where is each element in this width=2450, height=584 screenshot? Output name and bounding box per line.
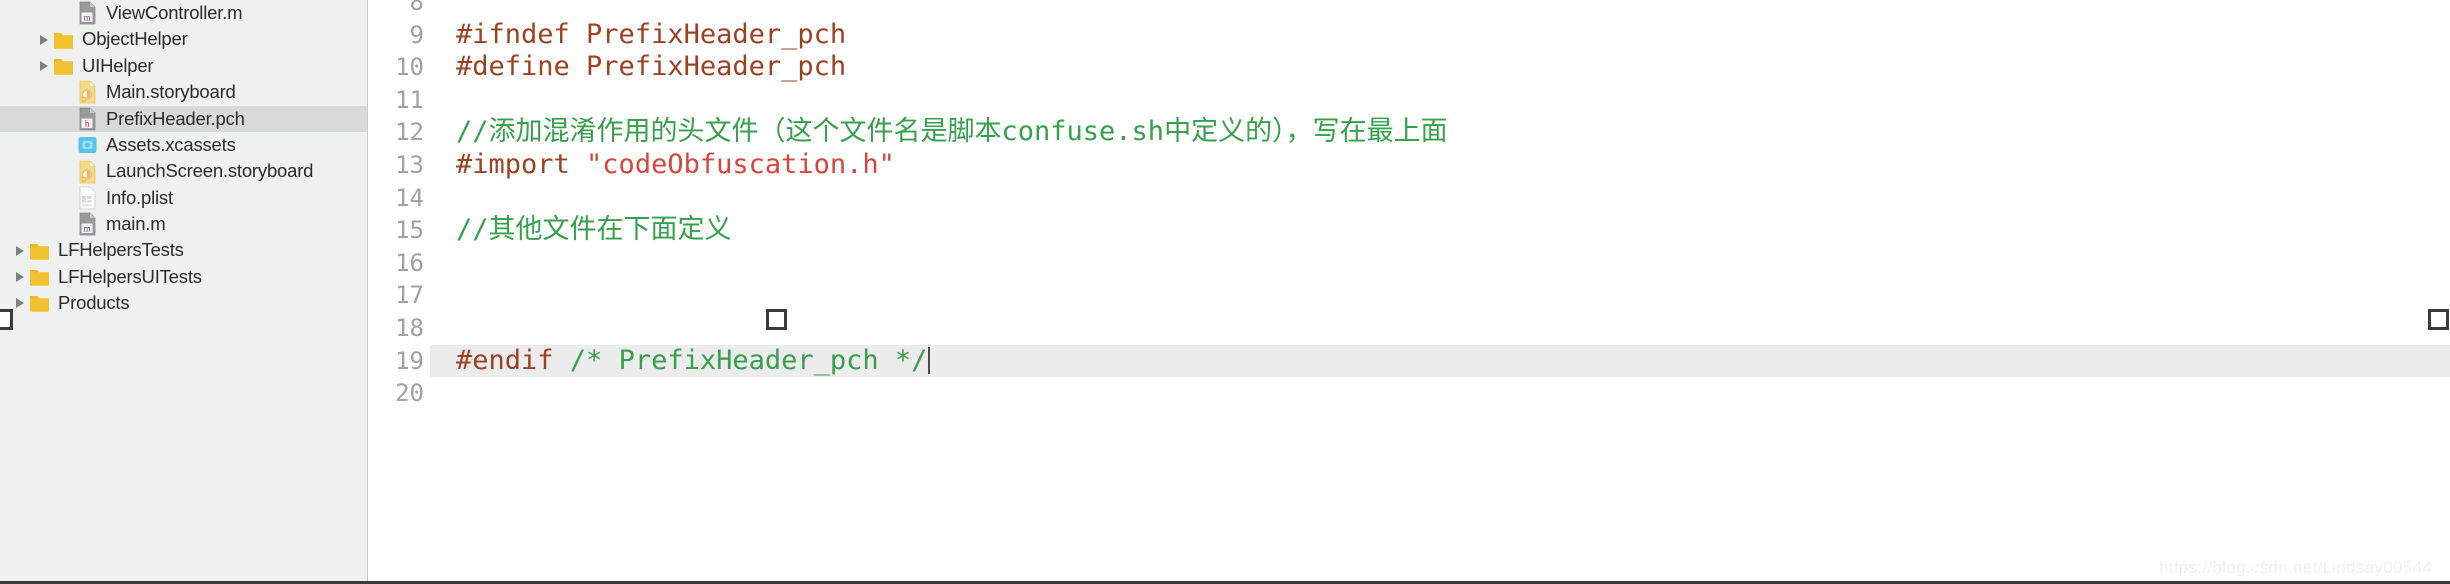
svg-text:m: m: [84, 13, 91, 23]
sidebar-item-label: Products: [58, 292, 130, 314]
line-number: 15: [395, 216, 424, 245]
code-line[interactable]: 18: [368, 312, 2450, 345]
code-token-comment: /* PrefixHeader_pch */: [569, 344, 928, 376]
folder-icon: [29, 265, 50, 289]
sidebar-item-info-plist[interactable]: Info.plist: [0, 185, 367, 211]
code-line-text: #ifndef PrefixHeader_pch: [456, 19, 846, 52]
project-navigator[interactable]: m ViewController.m ObjectHelper UIHelper …: [0, 0, 368, 584]
sidebar-item-main-storyboard[interactable]: Main.storyboard: [0, 79, 367, 105]
line-number: 11: [395, 85, 424, 114]
line-number: 19: [395, 346, 424, 375]
sidebar-item-label: LFHelpersUITests: [58, 265, 202, 287]
sidebar-item-viewcontroller-m[interactable]: m ViewController.m: [0, 0, 367, 26]
xcode-window: m ViewController.m ObjectHelper UIHelper …: [0, 0, 2450, 584]
sidebar-item-label: Info.plist: [106, 186, 173, 208]
sidebar-item-products[interactable]: Products: [0, 290, 367, 316]
line-number: 14: [395, 183, 424, 212]
sidebar-item-label: UIHelper: [82, 54, 154, 76]
line-number: 16: [395, 248, 424, 277]
crop-handle-right[interactable]: [2428, 309, 2449, 330]
sidebar-item-label: ObjectHelper: [82, 28, 188, 50]
crop-handle-middle[interactable]: [766, 309, 787, 330]
sidebar-item-assets-xcassets[interactable]: Assets.xcassets: [0, 132, 367, 158]
project-navigator-list[interactable]: m ViewController.m ObjectHelper UIHelper …: [0, 0, 367, 317]
code-line-text: #import "codeObfuscation.h": [456, 149, 895, 182]
code-line-text: #endif /* PrefixHeader_pch */: [456, 344, 931, 378]
assets-catalog-icon: [77, 133, 98, 157]
disclosure-triangle-icon[interactable]: [16, 272, 24, 283]
line-number: 8: [409, 0, 424, 16]
code-line-text: //添加混淆作用的头文件（这个文件名是脚本confuse.sh中定义的），写在最…: [456, 116, 1448, 149]
code-token-comment: //其他文件在下面定义: [456, 214, 732, 246]
sidebar-item-label: ViewController.m: [106, 1, 243, 23]
sidebar-item-prefixheader-pch[interactable]: h PrefixHeader.pch: [0, 105, 367, 132]
disclosure-triangle-icon[interactable]: [16, 298, 24, 309]
sidebar-item-launchscreen-storyboard[interactable]: LaunchScreen.storyboard: [0, 158, 367, 184]
folder-icon: [29, 291, 50, 315]
sidebar-item-lfhelperstests[interactable]: LFHelpersTests: [0, 238, 367, 264]
code-line[interactable]: 8: [368, 0, 2450, 19]
folder-icon: [53, 28, 74, 52]
line-number: 12: [395, 118, 424, 147]
code-line[interactable]: 20: [368, 377, 2450, 410]
line-number: 17: [395, 281, 424, 310]
disclosure-triangle-icon[interactable]: [40, 34, 48, 45]
code-line[interactable]: 16: [368, 247, 2450, 280]
code-token-pre: #define PrefixHeader_pch: [456, 51, 847, 83]
line-number: 13: [395, 150, 424, 179]
sidebar-item-label: Main.storyboard: [106, 81, 236, 103]
code-token-pre: #ifndef PrefixHeader_pch: [456, 18, 847, 50]
disclosure-triangle-icon[interactable]: [16, 245, 24, 256]
sidebar-item-label: main.m: [106, 213, 166, 235]
objc-m-file-icon: m: [77, 1, 98, 25]
code-line[interactable]: 14: [368, 182, 2450, 215]
svg-text:h: h: [85, 118, 90, 128]
code-line-text: //其他文件在下面定义: [456, 214, 732, 247]
sidebar-item-objecthelper[interactable]: ObjectHelper: [0, 26, 367, 52]
code-line-text: #define PrefixHeader_pch: [456, 51, 846, 84]
code-line[interactable]: 15 //其他文件在下面定义: [368, 214, 2450, 247]
sidebar-item-label: LFHelpersTests: [58, 239, 184, 261]
line-number: 18: [395, 313, 424, 342]
code-token-comment: //添加混淆作用的头文件（这个文件名是脚本confuse.sh中定义的），写在最…: [456, 116, 1448, 148]
disclosure-triangle-icon[interactable]: [40, 60, 48, 71]
line-number: 10: [395, 53, 424, 82]
folder-icon: [53, 54, 74, 78]
plist-file-icon: [77, 186, 98, 210]
code-token-pre: #import: [456, 148, 587, 180]
storyboard-file-icon: [77, 160, 98, 184]
source-editor[interactable]: 8 9 #ifndef PrefixHeader_pch 10 #define Pref…: [368, 0, 2450, 584]
sidebar-item-label: Assets.xcassets: [106, 133, 236, 155]
code-token-str: "codeObfuscation.h": [586, 148, 895, 180]
code-line[interactable]: 13 #import "codeObfuscation.h": [368, 149, 2450, 182]
sidebar-item-label: LaunchScreen.storyboard: [106, 160, 314, 182]
code-token-pre: #endif: [456, 344, 570, 376]
sidebar-item-label: PrefixHeader.pch: [106, 107, 245, 129]
header-h-file-icon: h: [77, 107, 98, 131]
code-line[interactable]: 19 #endif /* PrefixHeader_pch */: [368, 344, 2450, 378]
text-caret: [928, 346, 931, 374]
storyboard-file-icon: [77, 80, 98, 104]
code-line[interactable]: 10 #define PrefixHeader_pch: [368, 51, 2450, 84]
code-line[interactable]: 12 //添加混淆作用的头文件（这个文件名是脚本confuse.sh中定义的），写…: [368, 116, 2450, 149]
code-line[interactable]: 9 #ifndef PrefixHeader_pch: [368, 19, 2450, 52]
line-number: 9: [409, 20, 424, 49]
code-line[interactable]: 17: [368, 279, 2450, 312]
code-content[interactable]: 8 9 #ifndef PrefixHeader_pch 10 #define Pref…: [368, 0, 2450, 570]
crop-handle-left[interactable]: [0, 309, 13, 330]
svg-text:m: m: [84, 224, 91, 234]
sidebar-item-uihelper[interactable]: UIHelper: [0, 53, 367, 79]
code-line[interactable]: 11: [368, 84, 2450, 117]
sidebar-item-lfhelpersuitests[interactable]: LFHelpersUITests: [0, 264, 367, 290]
folder-icon: [29, 239, 50, 263]
objc-m-file-icon: m: [77, 212, 98, 236]
sidebar-item-main-m[interactable]: m main.m: [0, 211, 367, 237]
line-number: 20: [395, 379, 424, 408]
